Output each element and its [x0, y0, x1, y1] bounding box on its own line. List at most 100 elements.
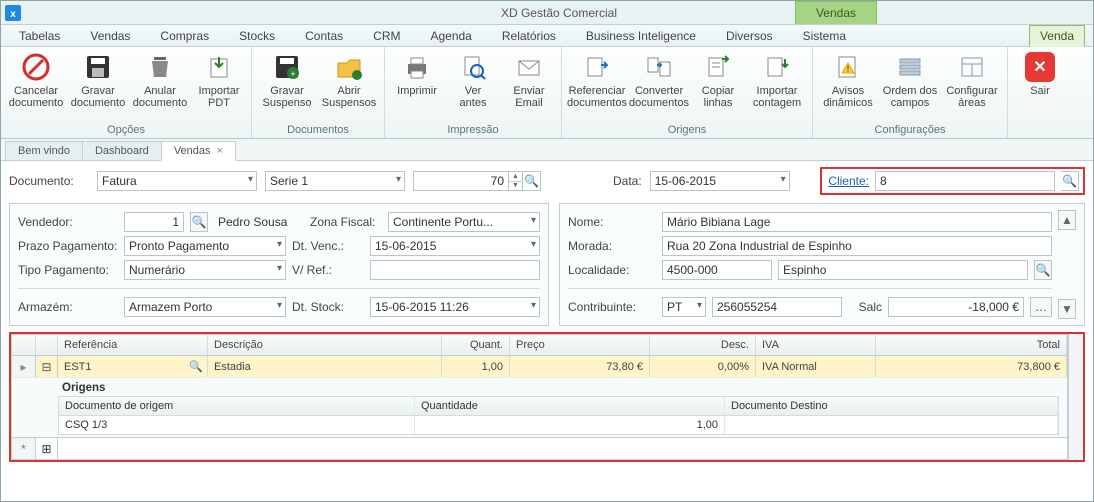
- ribbon-group-opcoes: Opções: [5, 123, 247, 138]
- search-icon[interactable]: 🔍: [1061, 171, 1079, 191]
- menu-relatorios[interactable]: Relatórios: [492, 25, 566, 46]
- col-preco[interactable]: Preço: [510, 335, 650, 355]
- ribbon-referenciar-documentos[interactable]: Referenciar documentos: [566, 49, 628, 123]
- nome-input[interactable]: Mário Bibiana Lage: [662, 212, 1052, 232]
- scroll-up-icon[interactable]: ▲: [1058, 210, 1076, 230]
- col-desc2[interactable]: Desc.: [650, 335, 756, 355]
- menu-crm[interactable]: CRM: [363, 25, 410, 46]
- row-expand-icon[interactable]: ⊞: [36, 438, 58, 459]
- prazo-combo[interactable]: Pronto Pagamento: [124, 236, 286, 256]
- context-tab-vendas[interactable]: Vendas: [795, 1, 877, 24]
- menu-venda-active[interactable]: Venda: [1029, 25, 1085, 47]
- scrollbar[interactable]: [1068, 334, 1083, 460]
- menu-diversos[interactable]: Diversos: [716, 25, 783, 46]
- menu-stocks[interactable]: Stocks: [229, 25, 285, 46]
- doc-type-combo[interactable]: Fatura: [97, 171, 257, 191]
- dtvenc-input[interactable]: 15-06-2015: [370, 236, 540, 256]
- tab-dashboard[interactable]: Dashboard: [82, 141, 162, 160]
- menu-compras[interactable]: Compras: [150, 25, 219, 46]
- menu-vendas[interactable]: Vendas: [80, 25, 140, 46]
- svg-text:+: +: [290, 69, 295, 79]
- origens-subgrid: Origens Documento de origem Quantidade D…: [11, 378, 1068, 438]
- ribbon-ordem-campos[interactable]: Ordem dos campos: [879, 49, 941, 123]
- menu-tabelas[interactable]: Tabelas: [9, 25, 70, 46]
- ribbon-anular-documento[interactable]: Anular documento: [129, 49, 191, 123]
- ribbon-cancelar-documento[interactable]: Cancelar documento: [5, 49, 67, 123]
- dtstock-input[interactable]: 15-06-2015 11:26: [370, 297, 540, 317]
- menu-sistema[interactable]: Sistema: [793, 25, 856, 46]
- ribbon-imprimir[interactable]: Imprimir: [389, 49, 445, 123]
- ribbon-abrir-suspensos[interactable]: Abrir Suspensos: [318, 49, 380, 123]
- menu-agenda[interactable]: Agenda: [420, 25, 481, 46]
- table-row[interactable]: CSQ 1/3 1,00: [58, 416, 1059, 435]
- fields-order-icon: [894, 51, 926, 83]
- ribbon-importar-contagem[interactable]: Importar contagem: [746, 49, 808, 123]
- armazem-combo[interactable]: Armazem Porto: [124, 297, 286, 317]
- more-icon[interactable]: …: [1030, 297, 1052, 317]
- client-label[interactable]: Cliente:: [828, 174, 869, 188]
- ribbon-ver-antes[interactable]: Ver antes: [445, 49, 501, 123]
- subcol-quantidade[interactable]: Quantidade: [415, 397, 725, 415]
- tab-bem-vindo[interactable]: Bem vindo: [5, 141, 83, 160]
- tipo-combo[interactable]: Numerário: [124, 260, 286, 280]
- date-input[interactable]: 15-06-2015: [650, 171, 790, 191]
- spinner-arrows-icon[interactable]: ▲▼: [509, 171, 523, 191]
- ribbon-group-origens: Origens: [566, 123, 808, 138]
- menu-contas[interactable]: Contas: [295, 25, 353, 46]
- ribbon-importar-pdt[interactable]: Importar PDT: [191, 49, 247, 123]
- dtstock-label: Dt. Stock:: [292, 300, 364, 314]
- vref-input[interactable]: [370, 260, 540, 280]
- row-indicator-icon: ▸: [12, 356, 36, 377]
- ribbon-avisos-dinamicos[interactable]: ! Avisos dinâmicos: [817, 49, 879, 123]
- ribbon-enviar-email[interactable]: Enviar Email: [501, 49, 557, 123]
- ribbon-group-config: Configurações: [817, 123, 1003, 138]
- ribbon-gravar-suspenso[interactable]: + Gravar Suspenso: [256, 49, 318, 123]
- client-input[interactable]: 8: [875, 171, 1055, 191]
- search-icon[interactable]: 🔍: [1034, 260, 1052, 280]
- app-logo-icon: x: [1, 1, 25, 25]
- menu-bi[interactable]: Business Inteligence: [576, 25, 706, 46]
- vendedor-num-input[interactable]: 1: [124, 212, 184, 232]
- zona-combo[interactable]: Continente Portu...: [388, 212, 540, 232]
- ribbon-gravar-documento[interactable]: Gravar documento: [67, 49, 129, 123]
- new-row-indicator-icon[interactable]: *: [12, 438, 36, 459]
- nif-input[interactable]: 256055254: [712, 297, 842, 317]
- col-quant[interactable]: Quant.: [442, 335, 510, 355]
- localidade-label: Localidade:: [568, 263, 656, 277]
- document-tabs: Bem vindo Dashboard Vendas×: [1, 139, 1093, 161]
- tab-vendas[interactable]: Vendas×: [161, 141, 236, 161]
- col-referencia[interactable]: Referência: [58, 335, 208, 355]
- prazo-label: Prazo Pagamento:: [18, 239, 118, 253]
- contribuinte-label: Contribuinte:: [568, 300, 656, 314]
- ribbon-converter-documentos[interactable]: Converter documentos: [628, 49, 690, 123]
- morada-input[interactable]: Rua 20 Zona Industrial de Espinho: [662, 236, 1052, 256]
- serie-combo[interactable]: Serie 1: [265, 171, 405, 191]
- ribbon-copiar-linhas[interactable]: Copiar linhas: [690, 49, 746, 123]
- col-descricao[interactable]: Descrição: [208, 335, 442, 355]
- search-icon[interactable]: 🔍: [190, 212, 208, 232]
- doc-number-input[interactable]: 70 ▲▼ 🔍: [413, 171, 541, 191]
- scroll-down-icon[interactable]: ▼: [1058, 299, 1076, 319]
- cp-input[interactable]: 4500-000: [662, 260, 772, 280]
- zona-label: Zona Fiscal:: [310, 215, 382, 229]
- ribbon-configurar-areas[interactable]: Configurar áreas: [941, 49, 1003, 123]
- col-iva[interactable]: IVA: [756, 335, 876, 355]
- row-collapse-icon[interactable]: ⊟: [36, 356, 58, 377]
- client-box: Cliente: 8 🔍: [820, 167, 1085, 195]
- saldo-value: -18,000 €: [888, 297, 1024, 317]
- subcol-doc-origem[interactable]: Documento de origem: [59, 397, 415, 415]
- search-icon[interactable]: 🔍: [523, 171, 541, 191]
- dtvenc-label: Dt. Venc.:: [292, 239, 364, 253]
- pais-combo[interactable]: PT: [662, 297, 706, 317]
- vendedor-label: Vendedor:: [18, 215, 118, 229]
- cidade-input[interactable]: Espinho: [778, 260, 1028, 280]
- email-icon: [513, 51, 545, 83]
- vendedor-name: Pedro Sousa: [214, 215, 304, 229]
- subcol-doc-destino[interactable]: Documento Destino: [725, 397, 1058, 415]
- search-icon[interactable]: 🔍: [189, 360, 203, 373]
- menu-bar: Tabelas Vendas Compras Stocks Contas CRM…: [1, 25, 1093, 47]
- col-total[interactable]: Total: [876, 335, 1067, 355]
- close-tab-icon[interactable]: ×: [217, 145, 223, 157]
- table-row[interactable]: ▸ ⊟ EST1🔍 Estadia 1,00 73,80 € 0,00% IVA…: [11, 356, 1068, 378]
- ribbon-sair[interactable]: ✕ Sair: [1012, 49, 1068, 123]
